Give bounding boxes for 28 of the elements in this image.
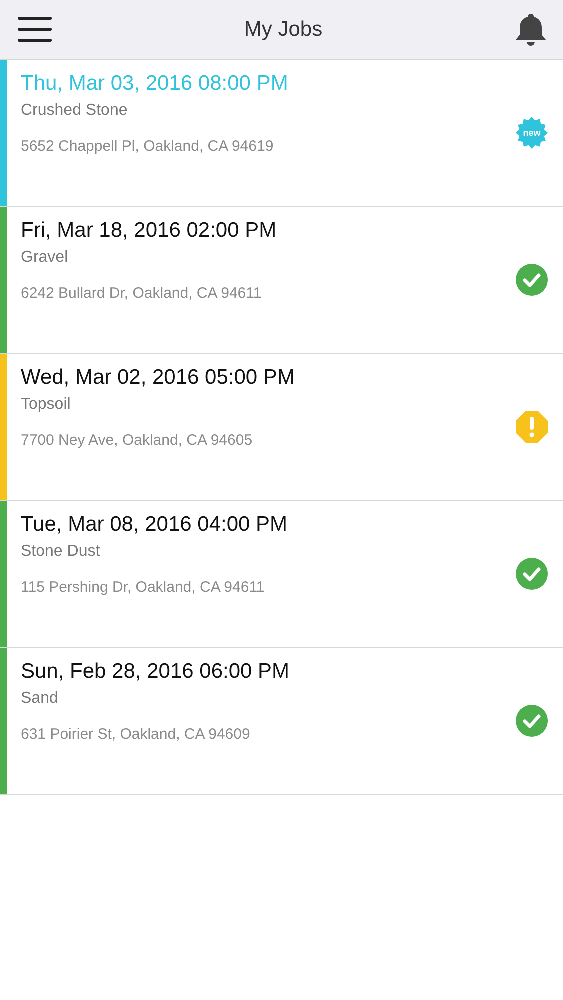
job-address: 5652 Chappell Pl, Oakland, CA 94619 bbox=[21, 138, 275, 155]
job-item[interactable]: Sun, Feb 28, 2016 06:00 PM Sand 631 Poirier St, Oakland, CA 94609 bbox=[0, 648, 563, 795]
job-date: Wed, Mar 02, 2016 05:00 PM bbox=[21, 366, 296, 390]
menu-icon[interactable] bbox=[18, 16, 52, 42]
check-icon bbox=[516, 705, 548, 737]
job-address: 7700 Ney Ave, Oakland, CA 94605 bbox=[21, 432, 254, 449]
bell-icon[interactable] bbox=[515, 12, 547, 46]
screen-title: My Jobs bbox=[244, 18, 323, 42]
job-address: 631 Poirier St, Oakland, CA 94609 bbox=[21, 726, 252, 743]
material-name: Gravel bbox=[21, 249, 70, 267]
job-item[interactable]: Tue, Mar 08, 2016 04:00 PM Stone Dust 115 Pershing Dr, Oakland, CA 94611 bbox=[0, 501, 563, 648]
job-address: 115 Pershing Dr, Oakland, CA 94611 bbox=[21, 579, 266, 596]
job-date: Fri, Mar 18, 2016 02:00 PM bbox=[21, 219, 278, 243]
material-name: Stone Dust bbox=[21, 543, 102, 561]
material-name: Sand bbox=[21, 690, 60, 708]
check-icon bbox=[516, 558, 548, 590]
job-date: Sun, Feb 28, 2016 06:00 PM bbox=[21, 660, 291, 684]
new-badge: new bbox=[516, 117, 548, 149]
job-item[interactable]: Fri, Mar 18, 2016 02:00 PM Gravel 6242 Bullard Dr, Oakland, CA 94611 bbox=[0, 207, 563, 354]
job-item[interactable]: Thu, Mar 03, 2016 08:00 PM Crushed Stone 5652 Chappell Pl, Oakland, CA 94619 new bbox=[0, 60, 563, 207]
material-name: Crushed Stone bbox=[21, 102, 129, 120]
job-date: Tue, Mar 08, 2016 04:00 PM bbox=[21, 513, 289, 537]
warning-icon bbox=[516, 411, 548, 443]
job-date: Thu, Mar 03, 2016 08:00 PM bbox=[21, 72, 290, 96]
material-name: Topsoil bbox=[21, 396, 72, 414]
job-item[interactable]: Wed, Mar 02, 2016 05:00 PM Topsoil 7700 Ney Ave, Oakland, CA 94605 bbox=[0, 354, 563, 501]
job-address: 6242 Bullard Dr, Oakland, CA 94611 bbox=[21, 285, 263, 302]
check-icon bbox=[516, 264, 548, 296]
